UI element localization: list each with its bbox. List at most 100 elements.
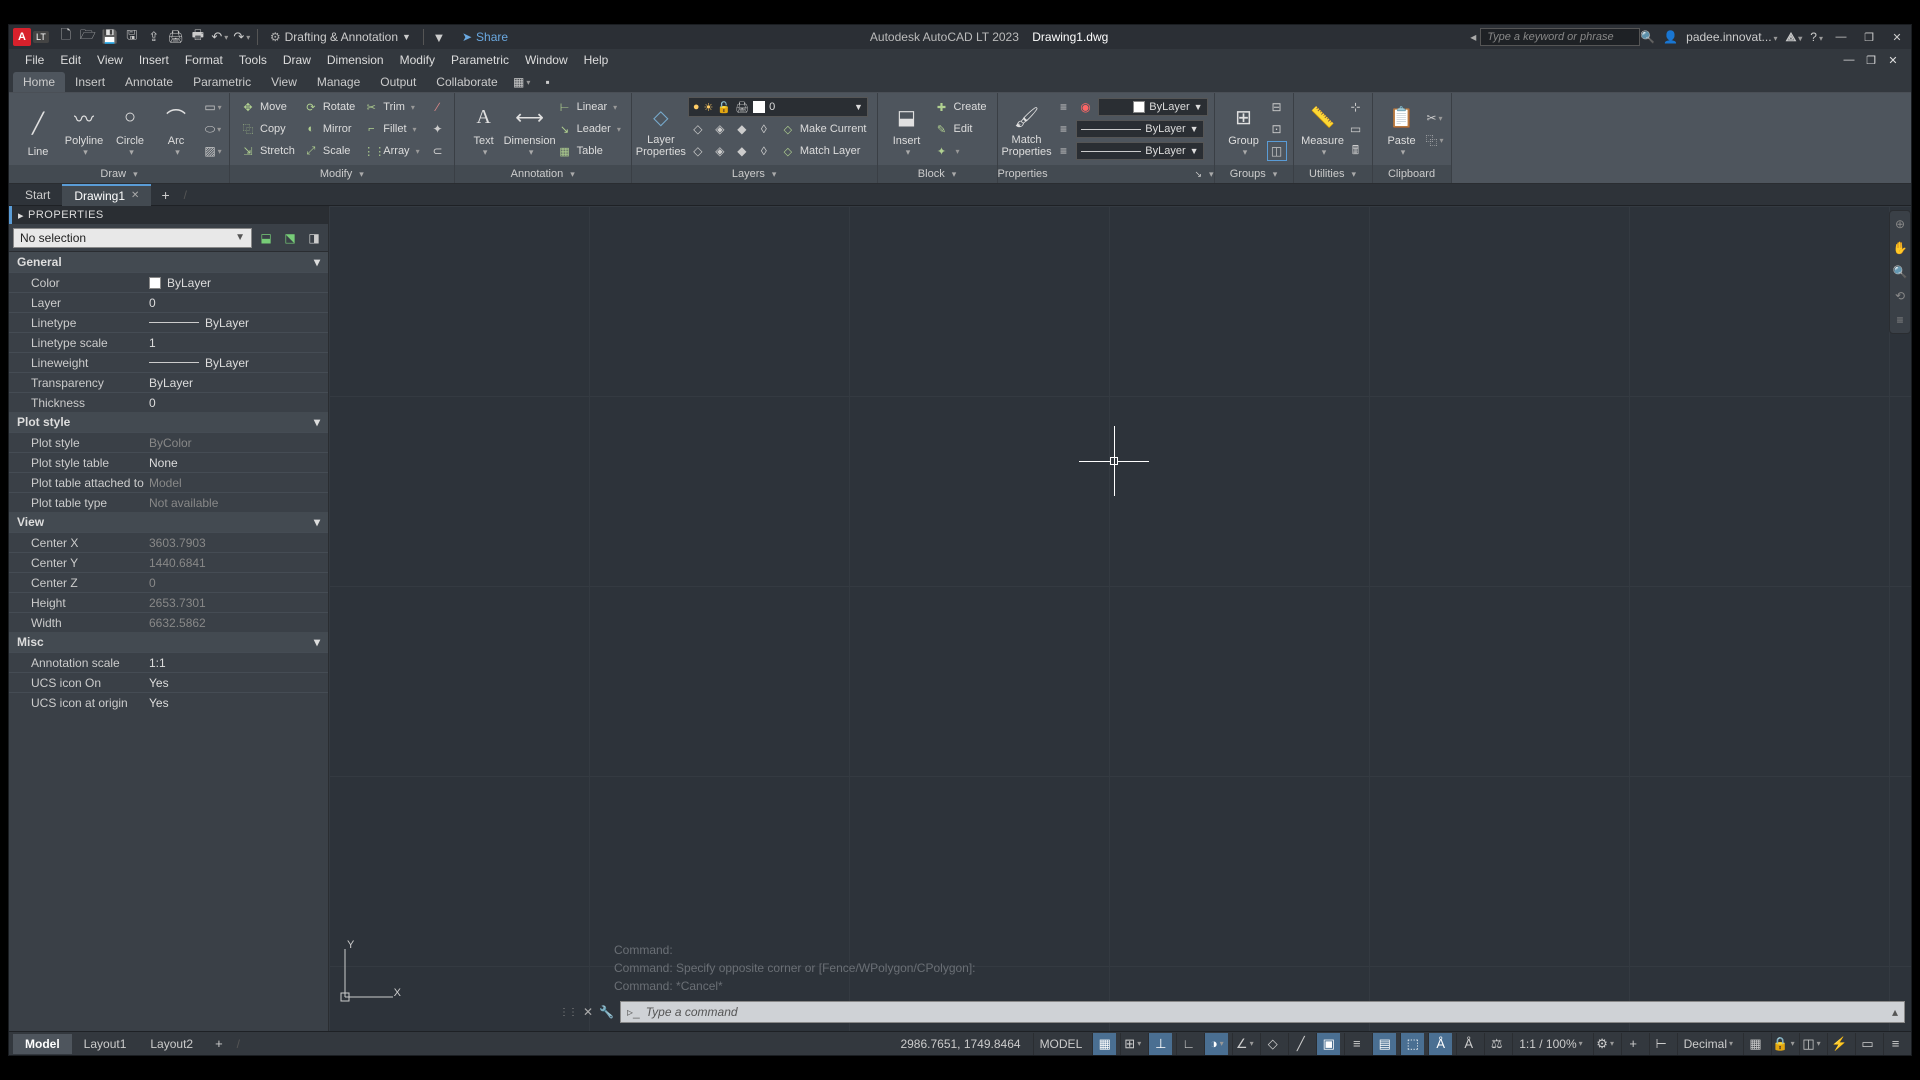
section-plot[interactable]: Plot style▾ bbox=[9, 412, 328, 432]
otrack-toggle[interactable]: ∠ bbox=[1232, 1033, 1256, 1055]
dyn-toggle[interactable]: ▤ bbox=[1372, 1033, 1396, 1055]
file-tab-drawing1[interactable]: Drawing1 ✕ bbox=[62, 184, 151, 206]
layer-unlock-icon[interactable]: ◆ bbox=[732, 141, 752, 161]
erase-icon[interactable]: ∕ bbox=[428, 97, 448, 117]
util-select-icon[interactable]: ▭ bbox=[1346, 119, 1366, 139]
close-button[interactable]: ✕ bbox=[1887, 29, 1907, 45]
hatch-icon[interactable]: ▨ bbox=[203, 141, 223, 161]
units-icon[interactable]: ⊢ bbox=[1649, 1033, 1673, 1055]
match-properties-button[interactable]: 🖌Match Properties bbox=[1004, 98, 1050, 160]
space-toggle[interactable]: MODEL bbox=[1033, 1033, 1089, 1055]
layout-tab-layout2[interactable]: Layout2 bbox=[138, 1034, 205, 1054]
prop-lines-icon[interactable]: ≡ bbox=[1054, 97, 1074, 117]
cmd-customize-icon[interactable]: 🔧 bbox=[599, 1005, 614, 1019]
edit-block-button[interactable]: ✎Edit bbox=[930, 119, 991, 139]
doc-minimize-button[interactable]: — bbox=[1839, 52, 1859, 68]
nav-compass-icon[interactable]: ⊕ bbox=[1891, 215, 1909, 233]
share-button[interactable]: ➤ Share bbox=[462, 30, 508, 44]
anno-vis-toggle[interactable]: Å bbox=[1428, 1033, 1452, 1055]
cmd-close-icon[interactable]: ✕ bbox=[583, 1005, 593, 1019]
layer-on-icon[interactable]: ◇ bbox=[688, 141, 708, 161]
snap-toggle[interactable]: ⊞ bbox=[1120, 1033, 1144, 1055]
linear-button[interactable]: ⊢Linear bbox=[553, 97, 625, 117]
group-button[interactable]: ⊞Group bbox=[1221, 98, 1267, 160]
lwt-toggle[interactable]: ╱ bbox=[1288, 1033, 1312, 1055]
menu-insert[interactable]: Insert bbox=[131, 49, 177, 71]
clip-copy-icon[interactable]: ⿻ bbox=[1425, 130, 1445, 150]
rotate-button[interactable]: ⟳Rotate bbox=[299, 97, 359, 117]
cmd-expand-icon[interactable]: ▴ bbox=[1892, 1005, 1898, 1019]
doc-restore-button[interactable]: ❐ bbox=[1861, 52, 1881, 68]
line-button[interactable]: ╱Line bbox=[15, 98, 61, 160]
qat-saveas-icon[interactable]: 🖫 bbox=[122, 27, 142, 47]
transparency-toggle[interactable]: ▣ bbox=[1316, 1033, 1340, 1055]
qat-save-icon[interactable]: 💾 bbox=[100, 27, 120, 47]
arc-button[interactable]: ⌒Arc bbox=[153, 98, 199, 160]
ortho-toggle[interactable]: ⊥ bbox=[1148, 1033, 1172, 1055]
layer-lock-icon[interactable]: ◆ bbox=[732, 119, 752, 139]
panel-title-annotation[interactable]: Annotation bbox=[455, 165, 631, 183]
menu-dimension[interactable]: Dimension bbox=[319, 49, 392, 71]
menu-parametric[interactable]: Parametric bbox=[443, 49, 517, 71]
command-input[interactable]: ▹_ Type a command ▴ bbox=[620, 1001, 1905, 1023]
fillet-button[interactable]: ⌐Fillet bbox=[359, 119, 423, 139]
ungroup-icon[interactable]: ⊟ bbox=[1267, 97, 1287, 117]
move-button[interactable]: ✥Move bbox=[236, 97, 299, 117]
panel-title-clipboard[interactable]: Clipboard bbox=[1373, 165, 1451, 183]
hardware-accel-icon[interactable]: ⚡ bbox=[1827, 1033, 1851, 1055]
panel-title-properties[interactable]: Properties↘ bbox=[998, 165, 1214, 183]
dimension-button[interactable]: ⟷Dimension bbox=[507, 98, 553, 160]
group-edit-icon[interactable]: ⊡ bbox=[1267, 119, 1287, 139]
search-prev-icon[interactable]: ◂ bbox=[1470, 30, 1476, 44]
osnap-toggle[interactable]: ◇ bbox=[1260, 1033, 1284, 1055]
ribbon-tab-parametric[interactable]: Parametric bbox=[183, 72, 261, 92]
ribbon-express-icon[interactable]: ▦ bbox=[512, 72, 532, 92]
anno-scale-icon[interactable]: ⚖ bbox=[1484, 1033, 1508, 1055]
layer-off-icon[interactable]: ◇ bbox=[688, 119, 708, 139]
panel-title-draw[interactable]: Draw bbox=[9, 165, 229, 183]
properties-list[interactable]: General▾ ColorByLayer Layer0 LinetypeByL… bbox=[9, 252, 328, 1031]
cleanscreen-icon[interactable]: ▭ bbox=[1855, 1033, 1879, 1055]
isoplane-toggle[interactable]: ◑ bbox=[1204, 1033, 1228, 1055]
anno-monitor-icon[interactable]: + bbox=[1621, 1033, 1645, 1055]
menu-window[interactable]: Window bbox=[517, 49, 576, 71]
layout-tab-model[interactable]: Model bbox=[13, 1034, 72, 1054]
prop-color-icon[interactable]: ◉ bbox=[1076, 97, 1096, 117]
ribbon-tab-view[interactable]: View bbox=[261, 72, 307, 92]
menu-format[interactable]: Format bbox=[177, 49, 231, 71]
menu-view[interactable]: View bbox=[89, 49, 131, 71]
ribbon-tab-home[interactable]: Home bbox=[13, 72, 65, 92]
drawing-canvas[interactable]: ⊕ ✋ 🔍 ⟲ ≡ Y X Command: Command: Specify … bbox=[329, 206, 1911, 1031]
util-point-icon[interactable]: ⊹ bbox=[1346, 97, 1366, 117]
layer-freeze-icon[interactable]: ◈ bbox=[710, 119, 730, 139]
menu-draw[interactable]: Draw bbox=[275, 49, 319, 71]
coordinates[interactable]: 2986.7651, 1749.8464 bbox=[892, 1037, 1028, 1051]
offset-icon[interactable]: ⊂ bbox=[428, 141, 448, 161]
array-button[interactable]: ⋮⋮Array bbox=[359, 141, 423, 161]
layer-iso-icon[interactable]: ◊ bbox=[754, 119, 774, 139]
palette-title[interactable]: ▸PROPERTIES bbox=[9, 206, 328, 224]
copy-button[interactable]: ⿻Copy bbox=[236, 119, 299, 139]
qat-open-icon[interactable]: 🗁 bbox=[78, 27, 98, 47]
trim-button[interactable]: ✂Trim bbox=[359, 97, 423, 117]
qat-dropdown-icon[interactable]: ▼ bbox=[429, 27, 449, 47]
autodesk-icon[interactable]: ⟁ bbox=[1786, 30, 1803, 45]
explode-icon[interactable]: ✦ bbox=[428, 119, 448, 139]
make-current-button[interactable]: ◇Make Current bbox=[776, 119, 871, 139]
nav-bar[interactable]: ⊕ ✋ 🔍 ⟲ ≡ bbox=[1889, 210, 1911, 334]
prop-lwt-icon[interactable]: ≡ bbox=[1054, 119, 1074, 139]
ribbon-tab-manage[interactable]: Manage bbox=[307, 72, 370, 92]
table-button[interactable]: ▦Table bbox=[553, 141, 625, 161]
quick-props-icon[interactable]: ▦ bbox=[1743, 1033, 1767, 1055]
polar-toggle[interactable]: ∟ bbox=[1176, 1033, 1200, 1055]
menu-help[interactable]: Help bbox=[576, 49, 617, 71]
mirror-button[interactable]: ◐Mirror bbox=[299, 119, 359, 139]
nav-zoom-icon[interactable]: 🔍 bbox=[1891, 263, 1909, 281]
app-icon[interactable]: A bbox=[13, 28, 31, 46]
workspace-selector[interactable]: ⚙ Drafting & Annotation ▼ bbox=[270, 30, 411, 44]
nav-menu-icon[interactable]: ≡ bbox=[1891, 311, 1909, 329]
qat-new-icon[interactable]: 🗋 bbox=[56, 27, 76, 47]
isolate-icon[interactable]: ◫ bbox=[1799, 1033, 1823, 1055]
section-view[interactable]: View▾ bbox=[9, 512, 328, 532]
qp-toggle[interactable]: ⬚ bbox=[1400, 1033, 1424, 1055]
